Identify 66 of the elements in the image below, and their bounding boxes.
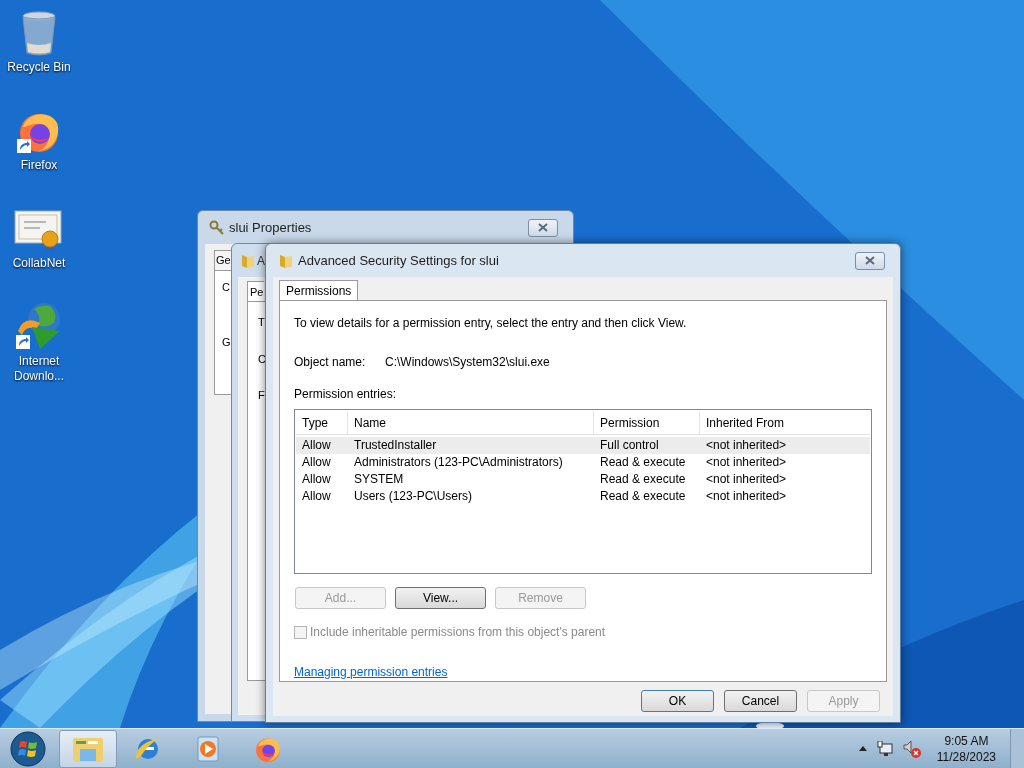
media-player-icon xyxy=(194,734,222,763)
windows-logo-icon xyxy=(10,730,46,767)
table-cell-text: <not inherited> xyxy=(705,437,788,454)
network-icon xyxy=(876,740,893,757)
recycle-bin-icon xyxy=(19,11,59,57)
dialog-button[interactable]: Cancel xyxy=(724,690,797,712)
table-cell-text: Read & execute xyxy=(599,454,687,471)
table-cell-text: Allow xyxy=(301,488,332,505)
permission-row[interactable]: Allow SYSTEM Read & execute <not inherited> xyxy=(296,471,870,488)
field-label: C xyxy=(222,280,230,295)
table-cell-text: Allow xyxy=(301,437,332,454)
table-cell-text: SYSTEM xyxy=(353,471,405,488)
column-header[interactable]: Name xyxy=(348,411,594,434)
folder-icon xyxy=(279,252,293,269)
tab[interactable]: Pe xyxy=(247,281,264,301)
table-cell-text: Read & execute xyxy=(599,471,687,488)
dialog-button[interactable]: OK xyxy=(641,690,714,712)
table-cell-text: Full control xyxy=(599,437,660,454)
clock-date[interactable]: 11/28/2023 xyxy=(936,748,996,765)
object-name-value: C:\Windows\System32\slui.exe xyxy=(385,354,550,371)
tab[interactable]: Permissions xyxy=(279,280,359,300)
folder-icon xyxy=(241,252,255,269)
field-label: C xyxy=(258,351,266,367)
permission-row[interactable]: Allow TrustedInstaller Full control <not inherited> xyxy=(296,437,870,454)
shortcut-arrow-icon xyxy=(17,139,31,153)
desktop-icon-label[interactable]: Firefox xyxy=(3,158,75,173)
field-label: T xyxy=(258,315,265,330)
close-button[interactable] xyxy=(528,218,558,237)
close-icon xyxy=(865,256,875,265)
desktop-icon-label[interactable]: Recycle Bin xyxy=(3,60,75,75)
table-cell-text: <not inherited> xyxy=(705,454,788,471)
field-label: Object name: xyxy=(294,354,367,371)
table-cell-text: TrustedInstaller xyxy=(353,437,438,454)
certificate-icon xyxy=(14,209,64,253)
field-label: F xyxy=(258,388,265,403)
permission-row[interactable]: Allow Administrators (123-PC\Administrators) Read & execute <not inherited> xyxy=(296,454,870,471)
table-cell-text: <not inherited> xyxy=(705,471,788,488)
column-header[interactable]: Type xyxy=(296,411,348,434)
window-title: slui Properties xyxy=(229,218,313,237)
show-desktop-button[interactable] xyxy=(1010,728,1024,768)
instruction-text: To view details for a permission entry, select the entry and then click View. xyxy=(294,315,688,332)
table-cell-text: <not inherited> xyxy=(705,488,788,505)
permission-row[interactable]: Allow Users (123-PC\Users) Read & execute <not inherited> xyxy=(296,488,870,505)
column-header[interactable]: Permission xyxy=(594,411,700,434)
table-cell-text: Allow xyxy=(301,471,332,488)
window-title: Advanced Security Settings for slui xyxy=(298,251,500,270)
close-button[interactable] xyxy=(855,251,885,270)
close-icon xyxy=(538,223,548,232)
table-cell-text: Administrators (123-PC\Administrators) xyxy=(353,454,564,471)
table-cell-text: Allow xyxy=(301,454,332,471)
field-label: G xyxy=(222,334,231,350)
tab[interactable]: Ge xyxy=(214,250,231,270)
field-label: Permission entries: xyxy=(294,386,398,403)
dialog-button[interactable]: View... xyxy=(395,587,486,609)
keys-icon xyxy=(209,219,225,236)
shortcut-arrow-icon xyxy=(16,335,30,349)
clock-time[interactable]: 9:05 AM xyxy=(944,732,989,749)
window-title: A xyxy=(257,252,265,270)
checkbox-label: Include inheritable permissions from this object's parent xyxy=(310,624,606,641)
show-hidden-icons-icon xyxy=(858,746,867,751)
column-header[interactable]: Inherited From xyxy=(700,411,870,434)
desktop-icon-label[interactable]: CollabNet xyxy=(3,256,75,271)
table-cell-text: Users (123-PC\Users) xyxy=(353,488,474,505)
help-link[interactable]: Managing permission entries xyxy=(294,663,448,681)
table-cell-text: Read & execute xyxy=(599,488,687,505)
desktop-icon-label[interactable]: Internet Downlo... xyxy=(3,354,75,384)
